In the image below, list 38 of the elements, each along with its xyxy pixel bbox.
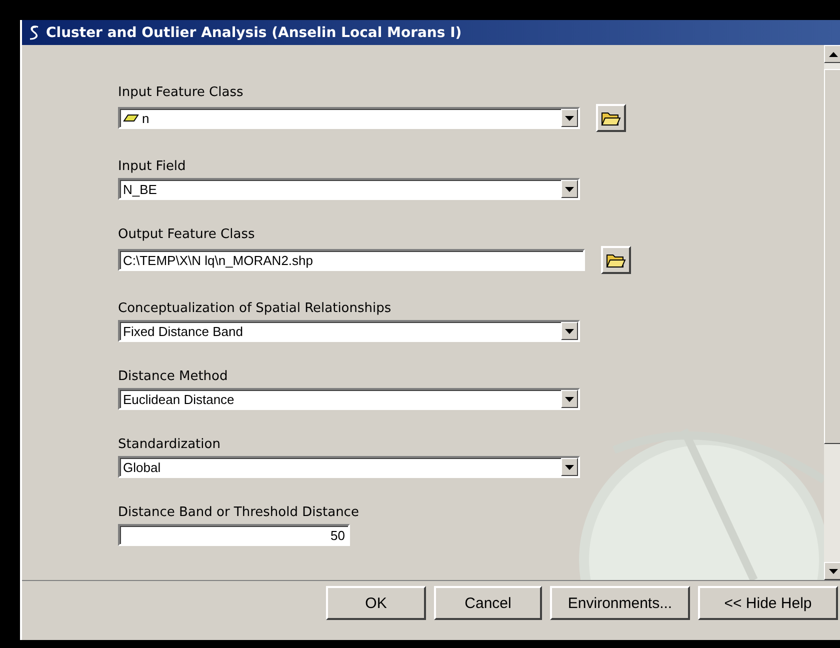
field-label: Standardization [118,437,220,452]
dropdown[interactable]: n [118,107,580,129]
script-icon [28,24,40,40]
dropdown[interactable]: Fixed Distance Band [118,320,580,342]
dropdown-button[interactable] [561,390,578,408]
caret-icon [828,568,838,574]
scroll-thumb[interactable] [824,69,840,444]
up-arrow-icon [828,52,838,56]
dropdown-button[interactable] [561,180,578,198]
browse-button[interactable] [596,104,626,132]
dropdown-button[interactable] [561,322,578,340]
dialog-button[interactable]: Environments... [550,586,690,620]
browse-button[interactable] [601,246,631,274]
field-label: Input Feature Class [118,85,244,100]
caret-icon [565,116,574,120]
caret-icon [565,396,574,402]
number-field[interactable]: 50 [118,524,350,546]
dropdown[interactable]: Global [118,456,580,478]
dropdown-button[interactable] [561,458,578,476]
dialog-button[interactable]: Cancel [434,586,542,620]
field-label: Output Feature Class [118,227,255,242]
text-field[interactable]: C:\TEMP\X\N lq\n_MORAN2.shp [118,249,585,271]
field-label: Input Field [118,159,186,174]
dropdown-button[interactable] [561,109,578,127]
caret-icon [565,464,574,470]
field-label: Distance Method [118,369,228,384]
caret-icon [565,186,574,192]
field-label: Conceptualization of Spatial Relationships [118,301,392,316]
dialog-button[interactable]: << Hide Help [698,586,838,620]
scrollbar[interactable] [824,45,840,580]
field-label: Distance Band or Threshold Distance [118,505,359,520]
window-title: Cluster and Outlier Analysis (Anselin Local Morans I) [46,24,462,40]
dropdown[interactable]: N_BE [118,178,580,200]
dropdown[interactable]: Euclidean Distance [118,388,580,410]
dialog-button[interactable]: OK [326,586,426,620]
scroll-up-button[interactable] [824,45,840,63]
caret-icon [565,328,574,334]
scroll-down-button[interactable] [824,562,840,580]
